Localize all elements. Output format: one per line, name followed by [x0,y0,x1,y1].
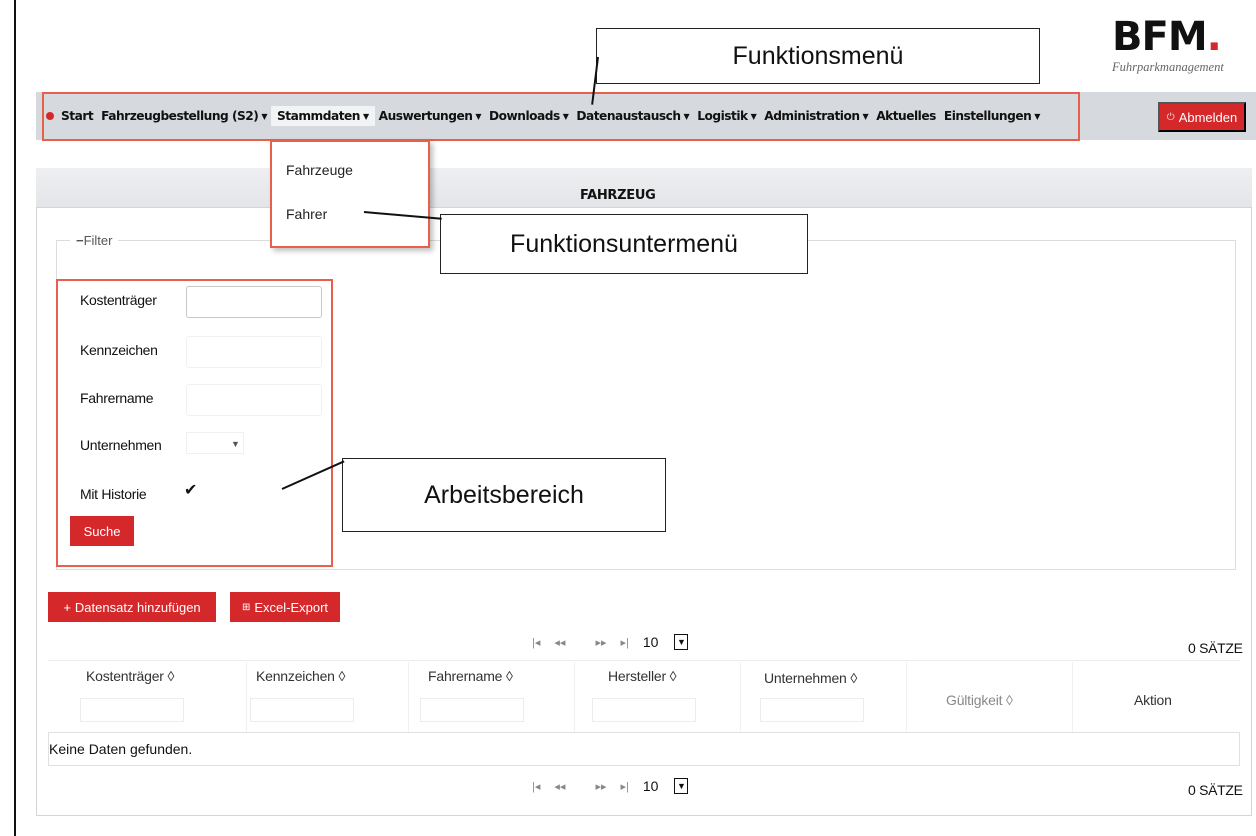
last-page-icon[interactable]: ▸| [620,780,628,793]
plus-icon: + [63,599,71,615]
page-size-select[interactable]: 10 ▼ [643,778,703,794]
page-title: FAHRZEUG [580,188,656,203]
annotation-workspace: Arbeitsbereich [342,458,666,532]
filter-hersteller-input[interactable] [592,698,696,722]
caret-down-icon: ▼ [362,111,369,121]
column-separator [574,662,575,732]
nav-item-auswertungen[interactable]: Auswertungen ▼ [375,109,485,123]
submenu-item-fahrer[interactable]: Fahrer [286,206,327,222]
column-header-unternehmen[interactable]: Unternehmen ◊ [764,670,857,686]
caret-down-icon: ▼ [750,111,757,121]
column-header-hersteller[interactable]: Hersteller ◊ [608,668,677,684]
column-separator [246,662,247,732]
page-size-select[interactable]: 10 ▼ [643,634,703,650]
first-page-icon[interactable]: |◂ [532,636,540,649]
nav-item-downloads[interactable]: Downloads ▼ [485,109,572,123]
unternehmen-select[interactable]: ▼ [186,432,244,454]
logo-dot: . [1206,14,1222,60]
caret-down-icon: ▼ [683,111,690,121]
nav-item-logistik[interactable]: Logistik ▼ [693,109,760,123]
nav-item-aktuelles[interactable]: Aktuelles [872,109,940,123]
empty-table-message: Keine Daten gefunden. [48,732,1240,766]
caret-down-icon: ▼ [1034,111,1040,121]
excel-export-button[interactable]: ⊞ Excel-Export [230,592,340,622]
filter-kostentraeger-input[interactable] [80,698,184,722]
column-separator [408,662,409,732]
label-kennzeichen: Kennzeichen [80,342,158,358]
bfm-logo: BFM. Fuhrparkmanagement [1112,14,1252,75]
annotation-function-submenu: Funktionsuntermenü [440,214,808,274]
minus-icon: − [76,233,84,248]
nav-item-administration[interactable]: Administration ▼ [760,109,872,123]
column-header-fahrername[interactable]: Fahrername ◊ [428,668,513,684]
power-icon: ⏻ [1166,111,1175,123]
record-count-bottom: 0 SÄTZE [1188,782,1243,798]
caret-down-icon: ▼ [562,111,569,121]
caret-down-icon: ▼ [862,111,869,121]
function-menu: Start Fahrzeugbestellung (S2) ▼ Stammdate… [46,106,1044,126]
kostentraeger-input[interactable] [186,286,322,318]
prev-page-icon[interactable]: ◂◂ [554,780,565,793]
nav-item-fahrzeugbestellung[interactable]: Fahrzeugbestellung (S2) ▼ [97,109,271,123]
prev-page-icon[interactable]: ◂◂ [554,636,565,649]
filter-fahrername-input[interactable] [420,698,524,722]
caret-down-icon: ▼ [674,778,689,794]
pager-top: |◂ ◂◂ ▸▸ ▸| 10 ▼ [532,634,716,650]
label-mit-historie: Mit Historie [80,486,147,502]
column-header-gueltigkeit[interactable]: Gültigkeit ◊ [946,692,1013,708]
last-page-icon[interactable]: ▸| [620,636,628,649]
next-page-icon[interactable]: ▸▸ [595,636,606,649]
column-separator [906,662,907,732]
export-icon: ⊞ [241,601,251,613]
mit-historie-checkbox[interactable]: ✔ [184,482,202,500]
logo-mark: BFM [1112,14,1208,60]
column-header-kostentraeger[interactable]: Kostenträger ◊ [86,668,174,684]
caret-down-icon: ▼ [475,111,482,121]
logo-subtitle: Fuhrparkmanagement [1112,60,1224,74]
nav-item-einstellungen[interactable]: Einstellungen ▼ [940,109,1044,123]
next-page-icon[interactable]: ▸▸ [595,780,606,793]
pager-bottom: |◂ ◂◂ ▸▸ ▸| 10 ▼ [532,778,716,794]
stammdaten-dropdown: Fahrzeuge Fahrer [270,140,430,248]
submenu-item-fahrzeuge[interactable]: Fahrzeuge [286,162,353,178]
nav-item-stammdaten[interactable]: Stammdaten ▼ [271,106,375,126]
caret-down-icon: ▼ [674,634,689,650]
add-record-button[interactable]: + Datensatz hinzufügen [48,592,216,622]
label-fahrername: Fahrername [80,390,154,406]
column-separator [1072,662,1073,732]
search-button[interactable]: Suche [70,516,134,546]
first-page-icon[interactable]: |◂ [532,780,540,793]
column-separator [740,662,741,732]
nav-item-datenaustausch[interactable]: Datenaustausch ▼ [572,109,693,123]
logout-button[interactable]: ⏻ Abmelden [1158,102,1246,132]
caret-down-icon: ▼ [261,111,268,121]
nav-bullet-icon [46,112,54,120]
label-unternehmen: Unternehmen [80,437,162,453]
record-count-top: 0 SÄTZE [1188,640,1243,656]
page-left-rule [14,0,16,836]
filter-unternehmen-input[interactable] [760,698,864,722]
label-kostentraeger: Kostenträger [80,292,157,308]
filter-kennzeichen-input[interactable] [250,698,354,722]
column-header-kennzeichen[interactable]: Kennzeichen ◊ [256,668,345,684]
caret-down-icon: ▼ [231,439,240,449]
filter-legend[interactable]: −Filter [70,233,119,248]
annotation-function-menu: Funktionsmenü [596,28,1040,84]
kennzeichen-input[interactable] [186,336,322,368]
fahrername-input[interactable] [186,384,322,416]
nav-item-start[interactable]: Start [57,109,97,123]
column-header-aktion: Aktion [1134,692,1172,708]
